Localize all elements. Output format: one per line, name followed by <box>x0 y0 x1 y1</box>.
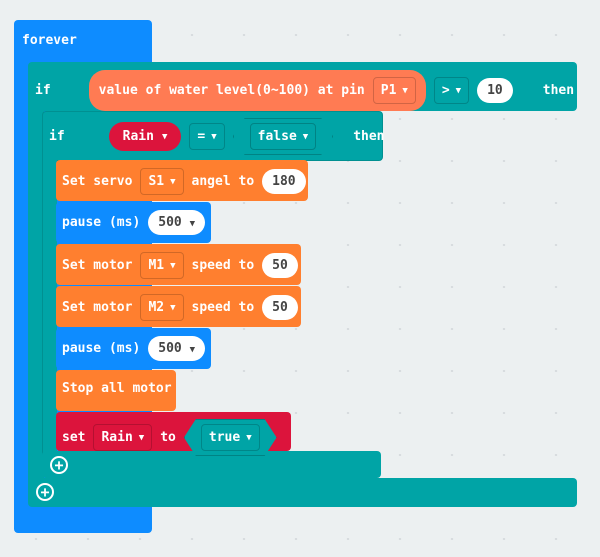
true-dropdown[interactable]: true ▼ <box>184 419 277 456</box>
sensor-label: value of water level(0~100) at pin <box>98 83 365 98</box>
set-label: set <box>62 430 86 445</box>
outer-if-keyword: if <box>35 83 51 98</box>
caret-down-icon: ▼ <box>170 302 176 313</box>
caret-down-icon: ▼ <box>302 131 309 142</box>
motor-label: Set motor <box>62 258 133 273</box>
angle-input[interactable]: 180 <box>262 169 306 194</box>
variable-dropdown[interactable]: Rain ▼ <box>93 424 153 451</box>
inner-add-icon[interactable]: + <box>50 456 68 474</box>
caret-down-icon: ▼ <box>170 176 176 187</box>
speed-input[interactable]: 50 <box>262 253 298 278</box>
motor-label: Set motor <box>62 300 133 315</box>
rain-variable[interactable]: Rain ▼ <box>108 122 182 151</box>
speed-label: speed to <box>191 300 255 315</box>
servo-dropdown[interactable]: S1 ▼ <box>140 168 184 195</box>
pause-input[interactable]: 500 ▼ <box>148 210 206 235</box>
caret-down-icon: ▼ <box>402 85 408 96</box>
inner-if-strip <box>42 150 57 460</box>
caret-down-icon: ▼ <box>189 219 196 229</box>
servo-label: Set servo <box>62 174 133 189</box>
forever-label: forever <box>22 33 77 48</box>
caret-down-icon: ▼ <box>161 131 168 142</box>
motor-dropdown[interactable]: M1 ▼ <box>140 252 184 279</box>
pin-dropdown[interactable]: P1 ▼ <box>372 77 416 104</box>
pause-input[interactable]: 500 ▼ <box>148 336 206 361</box>
angle-label: angel to <box>191 174 255 189</box>
false-dropdown[interactable]: false ▼ <box>233 118 334 155</box>
compare-op-dropdown[interactable]: > ▼ <box>433 77 470 104</box>
caret-down-icon: ▼ <box>246 432 252 443</box>
equals-dropdown[interactable]: = ▼ <box>189 123 225 150</box>
outer-if-footer <box>28 478 577 507</box>
caret-down-icon: ▼ <box>211 131 217 142</box>
caret-down-icon: ▼ <box>189 345 196 355</box>
speed-label: speed to <box>191 258 255 273</box>
threshold-input[interactable]: 10 <box>477 78 513 103</box>
inner-if-keyword: if <box>49 129 65 144</box>
speed-input[interactable]: 50 <box>262 295 298 320</box>
water-level-sensor[interactable]: value of water level(0~100) at pin P1 ▼ <box>88 70 426 111</box>
caret-down-icon: ▼ <box>138 432 145 443</box>
inner-then-keyword: then <box>353 129 385 144</box>
pause-label: pause (ms) <box>62 215 141 230</box>
to-label: to <box>160 430 176 445</box>
outer-add-icon[interactable]: + <box>36 483 54 501</box>
caret-down-icon: ▼ <box>455 85 462 96</box>
stop-label: Stop all motor <box>62 381 172 396</box>
motor-dropdown[interactable]: M2 ▼ <box>140 294 184 321</box>
outer-then-keyword: then <box>542 83 575 98</box>
pause-label: pause (ms) <box>62 341 141 356</box>
caret-down-icon: ▼ <box>170 260 176 271</box>
